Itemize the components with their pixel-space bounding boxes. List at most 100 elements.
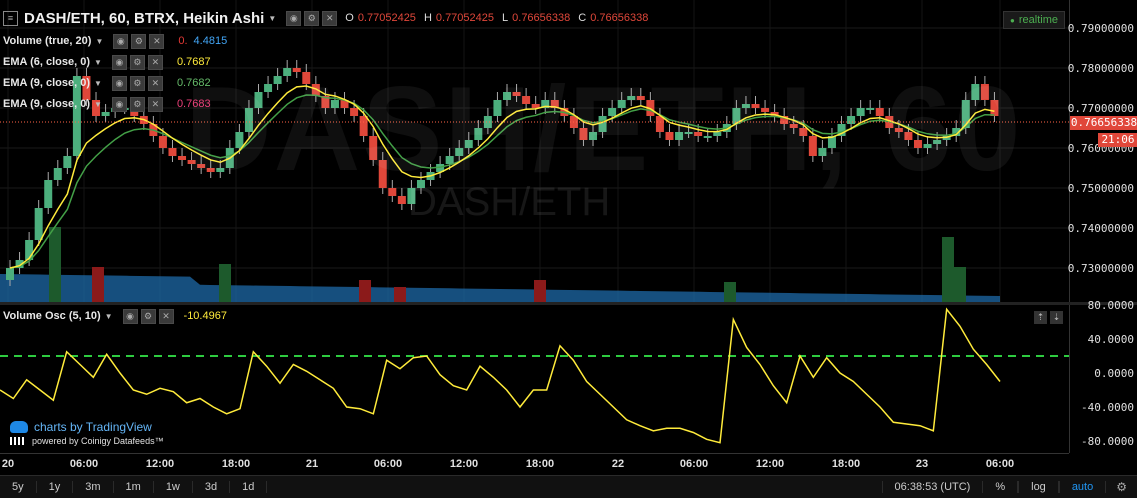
chevron-down-icon[interactable]: ▼ xyxy=(95,37,103,46)
osc-name: Volume Osc (5, 10) xyxy=(3,310,101,322)
gear-icon[interactable]: ⚙ xyxy=(129,75,145,91)
timeframe-button[interactable]: 1m xyxy=(114,481,154,493)
indicator-value: 0.7683 xyxy=(176,98,211,110)
chevron-down-icon[interactable]: ▼ xyxy=(268,14,276,23)
volume-bar xyxy=(942,237,954,302)
gear-icon[interactable]: ⚙ xyxy=(129,96,145,112)
volume-bar xyxy=(954,267,966,302)
indicator-row[interactable]: EMA (9, close, 0) ▼ ◉ ⚙ ✕ 0.7682 xyxy=(0,74,211,92)
chevron-down-icon[interactable]: ▼ xyxy=(94,58,102,67)
close-icon[interactable]: ✕ xyxy=(147,75,163,91)
menu-icon[interactable]: ≡ xyxy=(3,10,18,26)
price-tick-label: 0.75000000 xyxy=(1067,182,1134,195)
time-tick-label: 22 xyxy=(611,458,625,470)
price-axis[interactable]: 0.79000000 0.78000000 0.77000000 0.76000000… xyxy=(1067,0,1137,302)
chevron-down-icon[interactable]: ▼ xyxy=(94,79,102,88)
ohlc-key-o: O xyxy=(345,12,354,24)
indicator-value: 0.7682 xyxy=(176,77,211,89)
timeframe-button[interactable]: 1y xyxy=(37,481,74,493)
close-icon[interactable]: ✕ xyxy=(147,54,163,70)
timeframe-button[interactable]: 1w xyxy=(154,481,193,493)
indicator-row[interactable]: EMA (9, close, 0) ▼ ◉ ⚙ ✕ 0.7683 xyxy=(0,95,211,113)
symbol-title[interactable]: DASH/ETH, 60, BTRX, Heikin Ashi xyxy=(24,10,264,27)
candle-body xyxy=(158,136,167,148)
indicator-name: EMA (9, close, 0) xyxy=(3,77,91,89)
tradingview-branding[interactable]: charts by TradingView powered by Coinigy… xyxy=(10,420,164,446)
close-icon[interactable]: ✕ xyxy=(149,33,165,49)
volume-bar xyxy=(49,227,61,302)
ohlc-value-l: 0.76656338 xyxy=(512,12,571,24)
volume-bar xyxy=(219,264,231,302)
timeframe-button[interactable]: 1d xyxy=(230,481,268,493)
osc-axis[interactable]: 80.0000 40.0000 0.0000 -40.0000 -80.0000 xyxy=(1069,299,1137,453)
gear-icon[interactable]: ⚙ xyxy=(304,10,320,26)
branding-line1: charts by TradingView xyxy=(34,420,152,434)
scale-toggle-button[interactable]: log xyxy=(1018,481,1059,493)
price-tick-label: 0.79000000 xyxy=(1067,22,1134,35)
eye-icon[interactable]: ◉ xyxy=(113,33,129,49)
realtime-badge: ● realtime xyxy=(1003,11,1065,29)
watermark-big: DASH/ETH, 60 xyxy=(185,62,1023,196)
osc-tick-label: -80.0000 xyxy=(1081,435,1134,448)
indicator-row[interactable]: Volume (true, 20) ▼ ◉ ⚙ ✕ 0. 4.4815 xyxy=(0,32,227,50)
volume-bar xyxy=(92,267,104,302)
indicator-value: 0.7687 xyxy=(176,56,211,68)
close-icon[interactable]: ✕ xyxy=(147,96,163,112)
ohlc-key-c: C xyxy=(578,12,587,24)
time-tick-label: 12:00 xyxy=(449,458,479,470)
osc-tick-label: 40.0000 xyxy=(1087,333,1134,346)
eye-icon[interactable]: ◉ xyxy=(122,308,138,324)
candle-body xyxy=(44,180,53,208)
candle-body xyxy=(53,168,62,180)
osc-tick-label: 0.0000 xyxy=(1094,367,1134,380)
pane-up-button[interactable]: ⇡ xyxy=(1034,311,1047,324)
gear-icon[interactable]: ⚙ xyxy=(140,308,156,324)
price-tick-label: 0.74000000 xyxy=(1067,222,1134,235)
settings-icon[interactable]: ⚙ xyxy=(1106,480,1137,494)
volume-average-area xyxy=(0,274,1000,302)
indicator-row[interactable]: EMA (6, close, 0) ▼ ◉ ⚙ ✕ 0.7687 xyxy=(0,53,211,71)
ohlc-value-h: 0.77052425 xyxy=(435,12,495,24)
gear-icon[interactable]: ⚙ xyxy=(129,54,145,70)
eye-icon[interactable]: ◉ xyxy=(111,75,127,91)
osc-tick-label: -40.0000 xyxy=(1081,401,1134,414)
countdown-tag: 21:06 xyxy=(1098,133,1137,147)
eye-icon[interactable]: ◉ xyxy=(111,54,127,70)
indicator-name: EMA (6, close, 0) xyxy=(3,56,91,68)
indicator-value: 0. xyxy=(178,35,188,47)
ohlc-key-h: H xyxy=(423,12,432,24)
close-icon[interactable]: ✕ xyxy=(158,308,174,324)
cloud-icon xyxy=(10,421,28,433)
time-tick-label: 23 xyxy=(915,458,929,470)
timeframe-button[interactable]: 3d xyxy=(193,481,231,493)
ohlc-value-o: 0.77052425 xyxy=(357,12,416,24)
time-axis[interactable]: 20 06:00 12:00 18:00 21 06:00 12:00 18:00 22 06:0… xyxy=(0,453,1069,476)
pane-down-button[interactable]: ⇣ xyxy=(1050,311,1063,324)
osc-legend: Volume Osc (5, 10) ▼ ◉ ⚙ ✕ -10.4967 xyxy=(0,307,227,325)
ohlc-key-l: L xyxy=(502,12,509,24)
candle-body xyxy=(6,268,14,280)
time-tick-label: 18:00 xyxy=(831,458,861,470)
eye-icon[interactable]: ◉ xyxy=(111,96,127,112)
close-icon[interactable]: ✕ xyxy=(322,10,338,26)
indicator-name: EMA (9, close, 0) xyxy=(3,98,91,110)
time-tick-label: 12:00 xyxy=(755,458,785,470)
utc-clock[interactable]: 06:38:53 (UTC) xyxy=(881,481,983,493)
price-tick-label: 0.77000000 xyxy=(1067,102,1134,115)
volume-bar xyxy=(394,287,406,302)
indicator-value: 4.4815 xyxy=(193,35,228,47)
volume-bar xyxy=(359,280,371,302)
timeframe-button[interactable]: 5y xyxy=(0,481,37,493)
chevron-down-icon[interactable]: ▼ xyxy=(94,100,102,109)
eye-icon[interactable]: ◉ xyxy=(286,10,302,26)
watermark-small: DASH/ETH xyxy=(408,180,611,224)
chevron-down-icon[interactable]: ▼ xyxy=(105,312,113,321)
scale-toggle-button[interactable]: % xyxy=(982,481,1019,493)
checker-icon xyxy=(10,437,26,445)
ohlc-value-c: 0.76656338 xyxy=(590,12,649,24)
scale-toggle-button[interactable]: auto xyxy=(1058,481,1107,493)
price-tick-label: 0.73000000 xyxy=(1067,262,1134,275)
gear-icon[interactable]: ⚙ xyxy=(131,33,147,49)
osc-tick-label: 80.0000 xyxy=(1087,299,1134,312)
timeframe-button[interactable]: 3m xyxy=(73,481,114,493)
